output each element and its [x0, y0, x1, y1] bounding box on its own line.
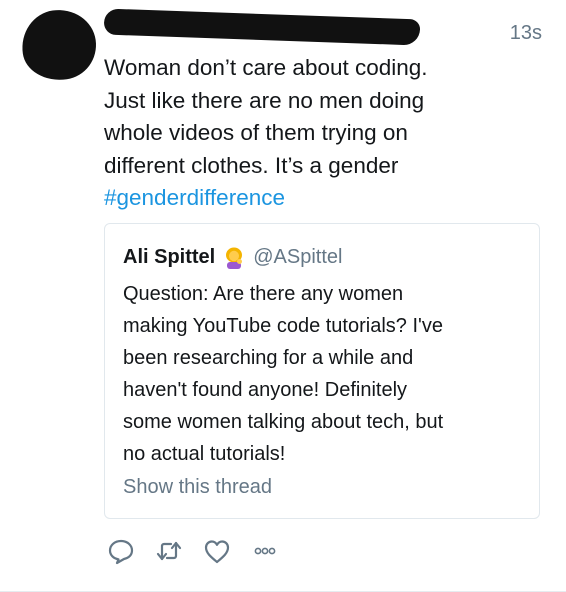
quoted-text-line: haven't found anyone! Definitely	[123, 379, 408, 401]
quoted-tweet-header: Ali Spittel @ASpittel	[123, 246, 342, 269]
show-thread-link[interactable]: Show this thread	[123, 476, 272, 499]
quoted-author-handle[interactable]: @ASpittel	[253, 246, 342, 269]
username-redaction	[103, 8, 421, 46]
quoted-tweet-card[interactable]: Ali Spittel @ASpittel Question: Are ther…	[104, 223, 540, 519]
quoted-text-line: no actual tutorials!	[123, 443, 286, 465]
reply-icon[interactable]	[104, 534, 138, 568]
quoted-text-line: Question: Are there any women	[123, 283, 404, 305]
retweet-icon[interactable]	[152, 534, 186, 568]
tweet-actions	[104, 534, 296, 568]
quoted-tweet-text: Question: Are there any women making You…	[123, 278, 533, 470]
woman-tipping-hand-icon	[223, 247, 245, 269]
more-icon[interactable]	[248, 534, 282, 568]
hashtag-link[interactable]: #genderdifference	[104, 182, 544, 215]
tweet-text-line: Just like there are no men doing	[104, 87, 425, 113]
quoted-author-name[interactable]: Ali Spittel	[123, 246, 215, 269]
quoted-text-line: making YouTube code tutorials? I've	[123, 315, 443, 337]
tweet-text-line: different clothes. It’s a gender	[104, 152, 399, 178]
like-icon[interactable]	[200, 534, 234, 568]
tweet-text: Woman don’t care about coding. Just like…	[104, 52, 544, 215]
avatar-redaction	[17, 5, 101, 85]
tweet-timestamp[interactable]: 13s	[510, 22, 542, 45]
tweet-text-line: whole videos of them trying on	[104, 120, 408, 145]
tweet-text-line: Woman don’t care about coding.	[104, 55, 428, 80]
tweet: 13s Woman don’t care about coding. Just …	[0, 0, 566, 592]
quoted-text-line: some women talking about tech, but	[123, 411, 444, 433]
quoted-text-line: been researching for a while and	[123, 347, 414, 369]
